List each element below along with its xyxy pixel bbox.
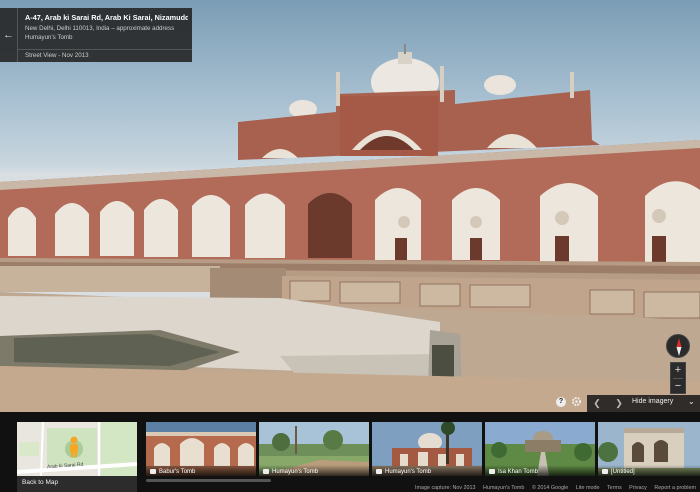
privacy-link[interactable]: Privacy — [629, 485, 647, 491]
thumbnail-label: Babur's Tomb — [159, 469, 196, 475]
zoom-in-button[interactable]: + — [671, 363, 685, 378]
image-capture-date: Image capture: Nov 2013 — [415, 485, 476, 491]
address-subtitle: New Delhi, Delhi 110013, India – approxi… — [25, 25, 175, 32]
thumbnail-isa-khan-tomb[interactable]: Isa Khan Tomb — [485, 422, 595, 476]
zoom-control: + − — [670, 362, 686, 394]
divider — [18, 49, 192, 50]
compass-button[interactable] — [666, 334, 690, 358]
thumbnail-label: Humayun's Tomb — [385, 469, 432, 475]
thumbnail-humayun-tomb-1[interactable]: Humayun's Tomb — [259, 422, 369, 476]
place-name[interactable]: Humayun's Tomb — [25, 34, 188, 41]
pegman-icon[interactable] — [66, 436, 82, 458]
thumbnail-label: [Untitled] — [611, 469, 635, 475]
thumbnail-babur-tomb[interactable]: Babur's Tomb — [146, 422, 256, 476]
thumbnail-humayun-tomb-2[interactable]: Humayun's Tomb — [372, 422, 482, 476]
thumbnail-untitled[interactable]: [Untitled] — [598, 422, 700, 476]
chevron-down-icon[interactable]: ⌄ — [688, 397, 695, 406]
thumbnail-label: Isa Khan Tomb — [498, 469, 538, 475]
hide-imagery-button[interactable]: Hide imagery — [632, 398, 673, 405]
back-to-map-button[interactable]: Back to Map — [17, 476, 137, 492]
prev-imagery-button[interactable]: ❮ — [589, 395, 605, 412]
compass-icon — [676, 338, 682, 356]
camera-icon — [602, 469, 608, 474]
thumbnail-label: Humayun's Tomb — [272, 469, 319, 475]
imagery-nav: ❮ ❯ Hide imagery ⌄ — [587, 395, 700, 412]
camera-icon — [263, 469, 269, 474]
copyright: © 2014 Google — [531, 485, 569, 491]
camera-icon — [489, 469, 495, 474]
street-view-date: Street View - Nov 2013 — [25, 52, 89, 59]
camera-icon — [376, 469, 382, 474]
address-card: ← A-47, Arab ki Sarai Rd, Arab Ki Sarai,… — [0, 8, 192, 62]
next-imagery-button[interactable]: ❯ — [611, 395, 627, 412]
help-icon[interactable]: ? — [556, 397, 566, 407]
footer-place: Humayun's Tomb — [483, 485, 525, 491]
footer: Image capture: Nov 2013 Humayun's Tomb ©… — [409, 485, 696, 491]
camera-icon — [150, 469, 156, 474]
terms-link[interactable]: Terms — [607, 485, 622, 491]
imagery-bar: Arab ki Sarai Rd Back to Map Babur's Tom… — [0, 412, 700, 492]
back-arrow-icon[interactable]: ← — [0, 8, 18, 62]
lite-mode-link[interactable]: Lite mode — [576, 485, 600, 491]
gear-icon[interactable] — [571, 396, 582, 407]
mini-map[interactable]: Arab ki Sarai Rd — [17, 422, 137, 476]
address-title: A-47, Arab ki Sarai Rd, Arab Ki Sarai, N… — [25, 13, 188, 22]
thumbnail-scrollbar[interactable] — [146, 479, 271, 482]
report-problem-link[interactable]: Report a problem — [654, 485, 696, 491]
zoom-out-button[interactable]: − — [671, 379, 685, 394]
